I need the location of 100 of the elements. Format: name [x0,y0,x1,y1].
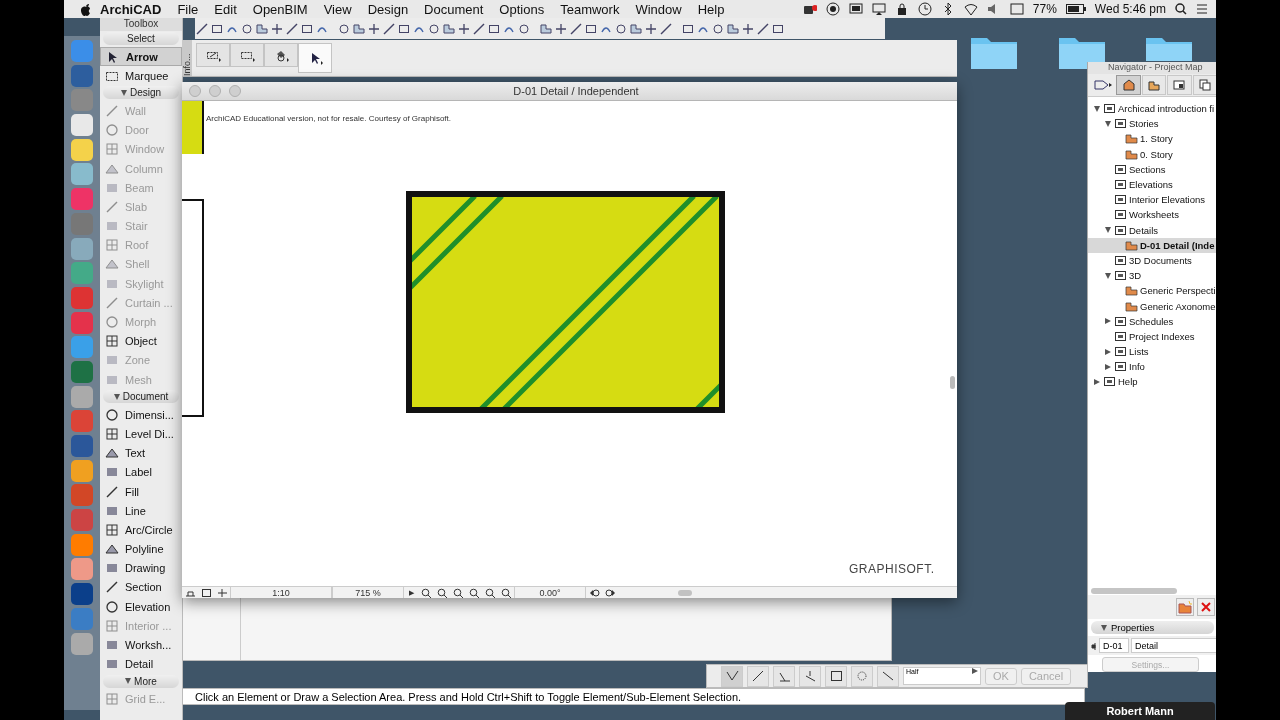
apple-icon[interactable] [80,2,92,16]
tree-item[interactable]: Generic Axonome [1088,298,1216,314]
id-field[interactable]: D-01 [1099,638,1129,653]
section-header[interactable]: More [103,674,179,688]
tool-icon[interactable] [629,21,643,36]
tool-item[interactable]: Object [100,331,182,351]
tool-item[interactable]: Polyline [100,539,182,559]
view-icon[interactable] [588,587,600,598]
tree-item[interactable]: 3D [1088,268,1216,284]
tree-item[interactable]: Interior Elevations [1088,192,1216,208]
menu-item[interactable]: Teamwork [552,1,628,17]
view-icon[interactable] [200,587,212,598]
view-icon[interactable] [420,587,432,598]
menu-item[interactable]: File [169,1,207,17]
tool-item[interactable]: Arc/Circle [100,520,182,540]
tool-item[interactable]: Section [100,577,182,598]
tree-item[interactable]: Generic Perspecti [1088,283,1216,299]
view-icon[interactable] [484,587,496,598]
name-field[interactable]: Detail [1131,638,1216,653]
tool-icon[interactable] [829,669,843,683]
info-tab[interactable]: Info... [182,40,192,76]
tool-item[interactable]: Level Di... [100,424,182,444]
tool-item[interactable]: Detail [100,654,182,674]
record-icon[interactable] [825,2,840,16]
tool-icon[interactable] [726,21,740,36]
tool-icon[interactable] [442,21,456,36]
display-icon[interactable] [848,2,863,16]
tool-icon[interactable] [285,21,299,36]
tool-icon[interactable] [881,669,895,683]
search-icon[interactable] [1175,3,1187,15]
section-header[interactable]: Design [103,86,179,100]
menu-item[interactable]: Options [491,1,553,17]
screen-icon[interactable] [871,2,886,16]
tree-item[interactable]: Info [1088,359,1216,375]
tree-item[interactable]: Schedules [1088,313,1216,329]
clock-icon[interactable] [917,2,932,16]
tool-item[interactable]: Fill [100,481,182,502]
tool-icon[interactable] [756,21,770,36]
camera-icon[interactable] [802,2,817,16]
menu-item[interactable]: OpenBIM [244,1,316,17]
delete-icon[interactable] [1200,601,1212,613]
tree-item[interactable]: Stories [1088,116,1216,132]
navigator-tab[interactable] [1167,75,1192,95]
scale-field[interactable]: 1:10 [230,587,332,598]
navigator-tab[interactable] [1192,75,1216,95]
list-icon[interactable] [1196,3,1208,15]
tree-item[interactable]: Worksheets [1088,207,1216,223]
tree-item[interactable]: 1. Story [1088,131,1216,147]
scroll-thumb[interactable] [950,376,955,389]
tree-item[interactable]: Lists [1088,344,1216,360]
tool-icon[interactable] [614,21,628,36]
app-icon[interactable] [71,583,93,606]
tool-icon[interactable] [255,21,269,36]
menu-item[interactable]: Document [416,1,492,17]
view-icon[interactable] [468,587,480,598]
clock-text[interactable]: Wed 5:46 pm [1094,2,1166,16]
tree-item[interactable]: Elevations [1088,176,1216,193]
tool-item[interactable]: Dimensi... [100,405,182,425]
tree-item[interactable]: 0. Story [1088,146,1216,162]
app-icon[interactable] [71,138,93,161]
menu-item[interactable]: ArchiCAD [92,1,170,17]
tool-item[interactable]: Label [100,462,182,482]
tool-icon[interactable] [472,21,486,36]
view-icon[interactable] [436,587,448,598]
expand-arrow-icon[interactable] [113,393,120,400]
tool-icon[interactable] [803,669,817,683]
tool-item[interactable]: Text [100,443,182,463]
tool-icon[interactable] [751,669,765,683]
tree-item[interactable]: Project Indexes [1088,328,1216,344]
tree-item[interactable]: 3D Documents [1088,252,1216,269]
section-header[interactable]: Properties [1091,621,1214,634]
tool-icon[interactable] [569,21,583,36]
tool-icon[interactable] [195,21,209,36]
view-icon[interactable] [500,587,512,598]
expand-arrow-icon[interactable] [120,89,127,96]
tool-button[interactable] [298,43,332,73]
zoom-field[interactable]: 715 % [332,587,404,598]
battery-icon[interactable] [1065,4,1086,14]
view-icon[interactable] [216,587,228,598]
menu-item[interactable]: Window [627,1,690,17]
tree-item[interactable]: D-01 Detail (Inde [1088,237,1216,253]
expand-arrow-icon[interactable] [1101,624,1107,631]
tool-icon[interactable] [240,21,254,36]
tool-icon[interactable] [352,21,366,36]
menu-item[interactable]: View [315,1,360,17]
tool-item[interactable]: Arrow [100,47,182,67]
app-icon[interactable] [71,114,93,137]
tool-icon[interactable] [711,21,725,36]
view-icon[interactable] [452,587,464,598]
angle-field[interactable]: 0.00° [514,587,586,598]
scroll-thumb[interactable] [1091,588,1177,594]
dropdown-arrow-icon[interactable] [972,668,978,674]
tree-item[interactable]: Sections [1088,161,1216,177]
tool-icon[interactable] [539,21,553,36]
section-header[interactable]: Select [103,32,179,45]
section-header[interactable]: Document [103,390,179,404]
menu-item[interactable]: Edit [206,1,245,17]
menu-item[interactable]: Help [689,1,733,17]
tool-icon[interactable] [337,21,351,36]
view-icon[interactable] [604,587,616,598]
